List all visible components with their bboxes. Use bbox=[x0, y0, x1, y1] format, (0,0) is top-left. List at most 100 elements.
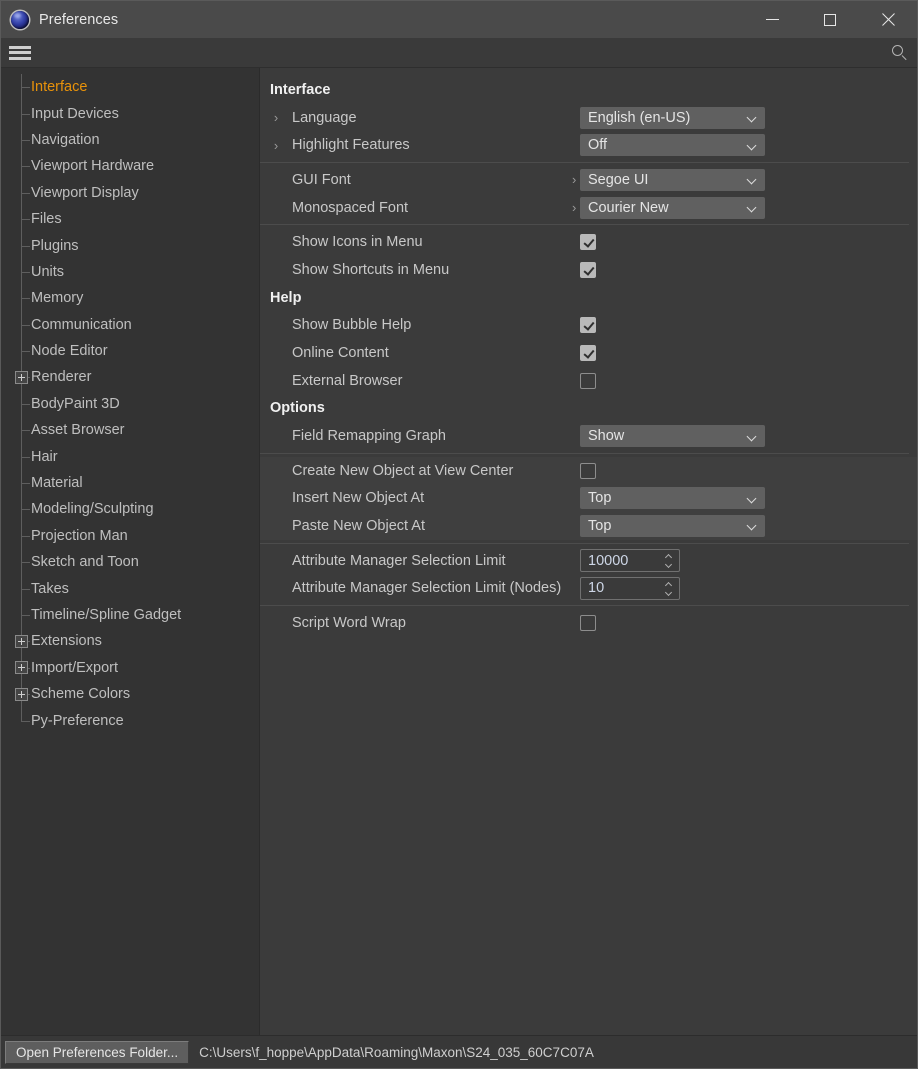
checkbox[interactable] bbox=[580, 261, 596, 278]
spinner-stepper[interactable] bbox=[660, 578, 676, 599]
sidebar-item-asset-browser[interactable]: Asset Browser bbox=[1, 417, 259, 444]
sidebar-item-label: Takes bbox=[31, 580, 69, 597]
settings-row: › Paste New Object At Top bbox=[260, 512, 917, 540]
sidebar-item-label: Viewport Hardware bbox=[31, 158, 155, 175]
sidebar-item-memory[interactable]: Memory bbox=[1, 285, 259, 312]
spinner-stepper[interactable] bbox=[660, 550, 676, 571]
checkbox[interactable] bbox=[580, 234, 596, 251]
control-slot: Top bbox=[580, 512, 765, 540]
expand-plus-icon[interactable] bbox=[14, 661, 28, 675]
separator bbox=[260, 452, 909, 454]
row-spacer: › bbox=[269, 492, 283, 505]
sidebar-item-takes[interactable]: Takes bbox=[1, 575, 259, 602]
row-spacer: › bbox=[269, 430, 283, 443]
cinema4d-logo-icon bbox=[11, 10, 29, 29]
sidebar-item-hair[interactable]: Hair bbox=[1, 443, 259, 470]
search-icon[interactable] bbox=[891, 44, 909, 62]
dropdown-select[interactable]: Show bbox=[580, 425, 765, 448]
number-input[interactable]: 10000 bbox=[580, 549, 680, 573]
sidebar-item-label: Material bbox=[31, 475, 83, 492]
sidebar-item-label: Py-Preference bbox=[31, 712, 124, 729]
checkbox[interactable] bbox=[580, 344, 596, 361]
close-button[interactable] bbox=[859, 1, 917, 38]
sidebar-item-files[interactable]: Files bbox=[1, 205, 259, 233]
chevron-up-icon[interactable] bbox=[665, 555, 672, 559]
checkbox[interactable] bbox=[580, 462, 596, 479]
sidebar-item-label: Extensions bbox=[31, 633, 102, 650]
sidebar-item-material[interactable]: Material bbox=[1, 469, 259, 497]
expand-plus-icon[interactable] bbox=[14, 634, 28, 648]
control-slot: Segoe UI bbox=[580, 166, 765, 194]
open-preferences-folder-button[interactable]: Open Preferences Folder... bbox=[5, 1040, 190, 1064]
sidebar-item-label: Timeline/Spline Gadget bbox=[31, 607, 182, 623]
chevron-right-icon[interactable]: › bbox=[269, 139, 283, 152]
sidebar-item-sketch-and-toon[interactable]: Sketch and Toon bbox=[1, 549, 259, 576]
window-body: Interface Input Devices Navigation Viewport… bbox=[1, 68, 917, 1035]
expand-plus-icon[interactable] bbox=[14, 370, 28, 384]
sidebar-item-label: BodyPaint 3D bbox=[31, 395, 120, 412]
dropdown-select[interactable]: Top bbox=[580, 487, 765, 510]
sidebar-item-viewport-display[interactable]: Viewport Display bbox=[1, 179, 259, 206]
row-spacer: › bbox=[269, 173, 283, 186]
dropdown-select[interactable]: English (en-US) bbox=[580, 106, 765, 129]
dropdown-value: Top bbox=[588, 490, 612, 507]
maximize-button[interactable] bbox=[801, 1, 859, 38]
sidebar-item-label: Modeling/Sculpting bbox=[31, 501, 154, 518]
chevron-right-icon[interactable]: › bbox=[572, 200, 576, 216]
sidebar-item-node-editor[interactable]: Node Editor bbox=[1, 337, 259, 365]
setting-label: Insert New Object At bbox=[292, 490, 425, 507]
preferences-path-text: C:\Users\f_hoppe\AppData\Roaming\Maxon\S… bbox=[199, 1044, 594, 1060]
tree-line bbox=[21, 219, 30, 221]
dropdown-select[interactable]: Courier New bbox=[580, 196, 765, 219]
hamburger-menu-icon[interactable] bbox=[9, 45, 31, 61]
chevron-down-icon[interactable] bbox=[665, 590, 672, 594]
minimize-button[interactable] bbox=[743, 1, 801, 38]
sidebar-item-extensions[interactable]: Extensions bbox=[1, 628, 259, 655]
setting-label: Attribute Manager Selection Limit (Nodes… bbox=[292, 580, 562, 597]
control-slot: 10000 bbox=[580, 547, 680, 575]
sidebar-item-bodypaint-3d[interactable]: BodyPaint 3D bbox=[1, 390, 259, 418]
chevron-right-icon[interactable]: › bbox=[269, 111, 283, 124]
row-spacer: › bbox=[269, 616, 283, 629]
chevron-down-icon bbox=[748, 521, 757, 530]
dropdown-select[interactable]: Top bbox=[580, 514, 765, 537]
preferences-content-panel: Interface › Language English (en-US) › Highli… bbox=[260, 68, 917, 1035]
tree-line bbox=[21, 403, 30, 405]
sidebar-item-renderer[interactable]: Renderer bbox=[1, 364, 259, 391]
checkbox[interactable] bbox=[580, 614, 596, 631]
dropdown-value: Segoe UI bbox=[588, 171, 649, 188]
sidebar-item-label: Interface bbox=[31, 79, 88, 96]
control-slot bbox=[580, 339, 596, 367]
setting-label: Highlight Features bbox=[292, 137, 410, 154]
sidebar-item-communication[interactable]: Communication bbox=[1, 311, 259, 338]
sidebar-item-scheme-colors[interactable]: Scheme Colors bbox=[1, 680, 259, 708]
sidebar-item-units[interactable]: Units bbox=[1, 258, 259, 286]
chevron-right-icon[interactable]: › bbox=[572, 172, 576, 188]
chevron-up-icon[interactable] bbox=[665, 583, 672, 587]
sidebar-item-projection-man[interactable]: Projection Man bbox=[1, 522, 259, 550]
sidebar-item-timeline-spline-gadget[interactable]: Timeline/Spline Gadget bbox=[1, 601, 259, 629]
chevron-down-icon[interactable] bbox=[665, 562, 672, 566]
control-slot bbox=[580, 256, 596, 284]
tree-line bbox=[21, 298, 30, 300]
preferences-tree[interactable]: Interface Input Devices Navigation Viewport… bbox=[1, 68, 260, 1035]
setting-label: External Browser bbox=[292, 372, 403, 389]
settings-row: › Attribute Manager Selection Limit 10000 bbox=[260, 547, 917, 575]
checkbox[interactable] bbox=[580, 372, 596, 389]
number-input[interactable]: 10 bbox=[580, 576, 680, 600]
settings-row: › Attribute Manager Selection Limit (Node… bbox=[260, 574, 917, 602]
checkbox[interactable] bbox=[580, 317, 596, 334]
dropdown-select[interactable]: Off bbox=[580, 134, 765, 157]
sidebar-item-navigation[interactable]: Navigation bbox=[1, 126, 259, 154]
sidebar-item-modeling-sculpting[interactable]: Modeling/Sculpting bbox=[1, 496, 259, 523]
sidebar-item-input-devices[interactable]: Input Devices bbox=[1, 100, 259, 127]
dropdown-select[interactable]: Segoe UI bbox=[580, 168, 765, 191]
sidebar-item-interface[interactable]: Interface bbox=[1, 74, 259, 101]
sidebar-item-label: Files bbox=[31, 211, 62, 228]
sidebar-item-py-preference[interactable]: Py-Preference bbox=[1, 707, 259, 733]
sidebar-item-viewport-hardware[interactable]: Viewport Hardware bbox=[1, 153, 259, 180]
sidebar-item-plugins[interactable]: Plugins bbox=[1, 232, 259, 259]
chevron-down-icon bbox=[748, 141, 757, 150]
expand-plus-icon[interactable] bbox=[14, 687, 28, 701]
sidebar-item-import-export[interactable]: Import/Export bbox=[1, 654, 259, 681]
